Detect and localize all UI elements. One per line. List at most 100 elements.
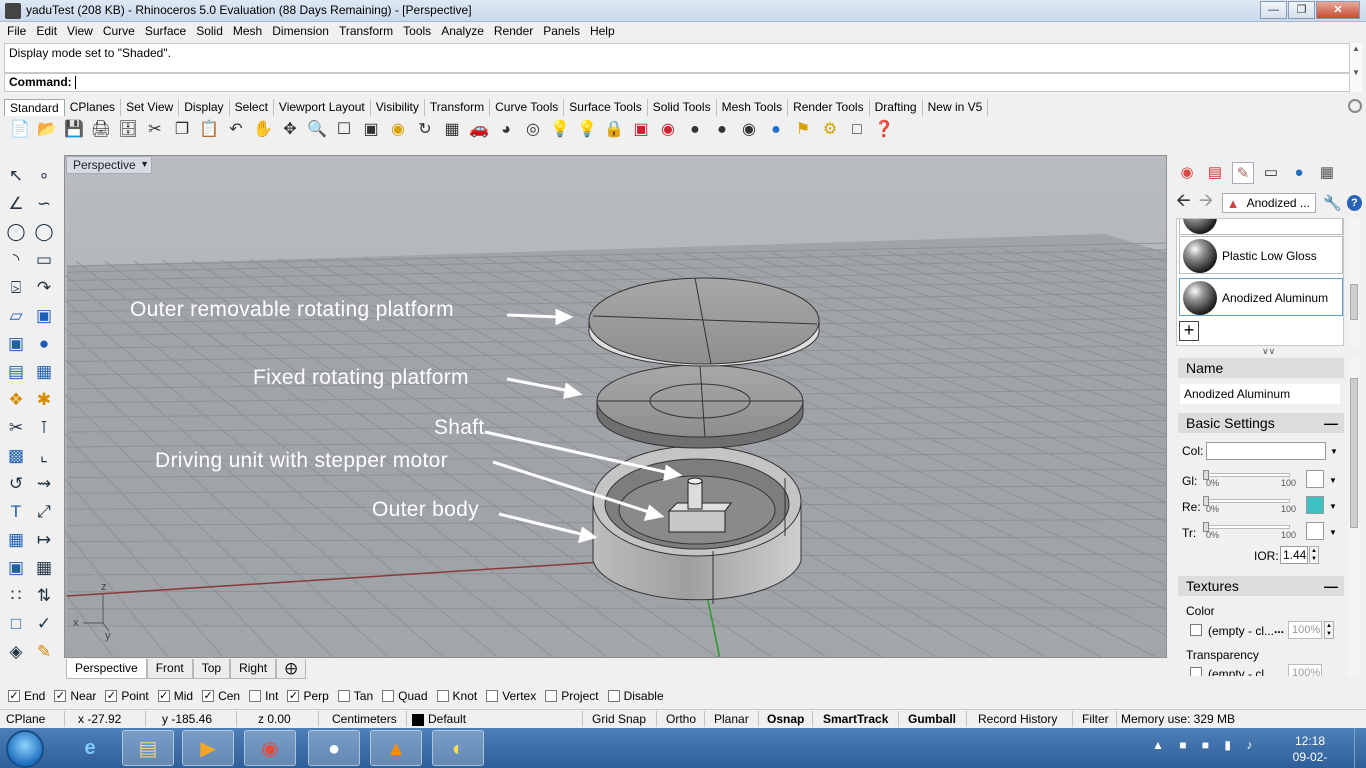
zoom-selected-icon[interactable]: ◉ bbox=[386, 118, 410, 142]
layer-icon[interactable]: ◈ bbox=[2, 638, 30, 666]
osnap-checkbox[interactable]: ✓ bbox=[54, 690, 67, 702]
menu-analyze[interactable]: Analyze bbox=[436, 22, 489, 42]
chrome-icon[interactable]: ◉ bbox=[244, 730, 296, 766]
osnap-int[interactable]: Int bbox=[249, 688, 278, 704]
gloss-dropdown-icon[interactable]: ▼ bbox=[1329, 476, 1337, 485]
viewport-menu-icon[interactable]: ▼ bbox=[140, 159, 149, 169]
color-wheel-icon[interactable]: ◉ bbox=[656, 118, 680, 142]
material-icon[interactable]: ▣ bbox=[629, 118, 653, 142]
osnap-project[interactable]: Project bbox=[545, 688, 599, 704]
menu-mesh[interactable]: Mesh bbox=[228, 22, 267, 42]
tab-cplanes[interactable]: CPlanes bbox=[65, 99, 122, 116]
rendered-sphere-icon[interactable]: ● bbox=[710, 118, 734, 142]
grid-snap-toggle[interactable]: Grid Snap bbox=[592, 712, 646, 726]
add-viewport-tab-icon[interactable]: ⨁ bbox=[276, 659, 307, 679]
menu-file[interactable]: File bbox=[2, 22, 31, 42]
explode-icon[interactable]: ✱ bbox=[30, 386, 58, 414]
splitter-chevron-icon[interactable]: ∨∨ bbox=[1262, 346, 1275, 357]
viewport-tab-front[interactable]: Front bbox=[146, 659, 193, 679]
align-icon[interactable]: ⇅ bbox=[30, 582, 58, 610]
command-scrollbar[interactable]: ▲ ▼ bbox=[1350, 43, 1362, 92]
transform-icon[interactable]: ⤢ bbox=[30, 498, 58, 526]
properties-scrollbar[interactable] bbox=[1348, 358, 1360, 676]
osnap-quad[interactable]: Quad bbox=[382, 688, 428, 704]
arc-icon[interactable]: ◝ bbox=[2, 246, 30, 274]
material-item-partial[interactable] bbox=[1179, 219, 1343, 235]
vlc-icon[interactable]: ▲ bbox=[370, 730, 422, 766]
color-texture-amount[interactable]: 100% bbox=[1288, 621, 1322, 639]
rotate-view-icon[interactable]: ✥ bbox=[278, 118, 302, 142]
osnap-checkbox[interactable]: ✓ bbox=[8, 690, 20, 702]
menu-tools[interactable]: Tools bbox=[398, 22, 436, 42]
osnap-tan[interactable]: Tan bbox=[337, 688, 373, 704]
settings-gear-icon[interactable]: ⚙ bbox=[818, 118, 842, 142]
menu-help[interactable]: Help bbox=[585, 22, 620, 42]
curve-icon[interactable]: ∽ bbox=[30, 190, 58, 218]
osnap-vertex[interactable]: Vertex bbox=[486, 688, 536, 704]
menu-edit[interactable]: Edit bbox=[31, 22, 62, 42]
filter-toggle[interactable]: Filter bbox=[1082, 712, 1109, 726]
units-label[interactable]: Centimeters bbox=[332, 712, 397, 726]
material-selector[interactable]: ▲ Anodized ... bbox=[1221, 193, 1316, 213]
group-icon[interactable]: ▩ bbox=[2, 442, 30, 470]
tab-select[interactable]: Select bbox=[230, 99, 274, 116]
polyline-icon[interactable]: ∠ bbox=[2, 190, 30, 218]
curve-edit-icon[interactable]: ↷ bbox=[30, 274, 58, 302]
menu-panels[interactable]: Panels bbox=[538, 22, 585, 42]
paint-icon[interactable]: ◐ bbox=[432, 730, 484, 766]
tab-render-tools[interactable]: Render Tools bbox=[788, 99, 870, 116]
lock-icon[interactable]: 🔒 bbox=[602, 118, 626, 142]
color-texture-checkbox[interactable] bbox=[1190, 624, 1202, 636]
viewport-tab-perspective[interactable]: Perspective bbox=[66, 659, 147, 679]
flag-icon[interactable]: ⚑ bbox=[791, 118, 815, 142]
gloss-color-swatch[interactable] bbox=[1306, 470, 1324, 488]
four-viewports-icon[interactable]: ▦ bbox=[440, 118, 464, 142]
pan-hand-icon[interactable]: ✋ bbox=[251, 118, 275, 142]
tab-set-view[interactable]: Set View bbox=[121, 99, 180, 116]
grid-icon[interactable]: ▦ bbox=[30, 554, 58, 582]
tab-mesh-tools[interactable]: Mesh Tools bbox=[717, 99, 789, 116]
start-button[interactable] bbox=[6, 730, 44, 768]
polygon-icon[interactable]: ⍄ bbox=[2, 274, 30, 302]
surface-icon[interactable]: ▱ bbox=[2, 302, 30, 330]
osnap-checkbox[interactable]: ✓ bbox=[105, 690, 118, 702]
basic-settings-header[interactable]: Basic Settings — bbox=[1178, 413, 1344, 433]
osnap-checkbox[interactable] bbox=[486, 690, 499, 702]
text-icon[interactable]: T bbox=[2, 498, 30, 526]
tab-solid-tools[interactable]: Solid Tools bbox=[648, 99, 717, 116]
color-texture-spinner[interactable]: ▲ ▼ bbox=[1324, 621, 1334, 639]
material-name-field[interactable]: Anodized Aluminum bbox=[1180, 384, 1340, 404]
transparency-texture-amount[interactable]: 100% bbox=[1288, 664, 1322, 676]
sphere-icon[interactable]: ● bbox=[30, 330, 58, 358]
transparency-dropdown-icon[interactable]: ▼ bbox=[1329, 528, 1337, 537]
lamp-icon[interactable]: 💡 bbox=[575, 118, 599, 142]
zoom-window-icon[interactable]: ☐ bbox=[332, 118, 356, 142]
viewport-tab-top[interactable]: Top bbox=[192, 659, 231, 679]
tab-display[interactable]: Display bbox=[179, 99, 230, 116]
command-line[interactable]: Command: bbox=[4, 73, 1350, 92]
zoom-icon[interactable]: 🔍 bbox=[305, 118, 329, 142]
menu-transform[interactable]: Transform bbox=[334, 22, 398, 42]
outer-body-model[interactable] bbox=[592, 445, 802, 604]
split-icon[interactable]: ⊺ bbox=[30, 414, 58, 442]
render-blue-icon[interactable]: ● bbox=[764, 118, 788, 142]
current-layer[interactable]: Default bbox=[428, 712, 466, 726]
ior-spinner[interactable]: ▲ ▼ bbox=[1309, 546, 1319, 564]
osnap-near[interactable]: ✓ Near bbox=[54, 688, 96, 704]
cplane-label[interactable]: CPlane bbox=[6, 712, 45, 726]
color-texture-browse[interactable]: ... bbox=[1274, 622, 1284, 636]
tab-visibility[interactable]: Visibility bbox=[371, 99, 425, 116]
osnap-checkbox[interactable] bbox=[436, 690, 449, 702]
menu-view[interactable]: View bbox=[62, 22, 98, 42]
panel-icon[interactable]: □ bbox=[2, 610, 30, 638]
ortho-toggle[interactable]: Ortho bbox=[666, 712, 696, 726]
open-folder-icon[interactable]: 📂 bbox=[35, 118, 59, 142]
osnap-knot[interactable]: Knot bbox=[436, 688, 477, 704]
box-icon[interactable]: ▣ bbox=[2, 330, 30, 358]
gloss-slider[interactable]: 0% 100 bbox=[1203, 470, 1296, 488]
select-window-icon[interactable]: □ bbox=[845, 118, 869, 142]
material-item-plastic[interactable]: Plastic Low Gloss bbox=[1179, 236, 1343, 274]
osnap-checkbox[interactable]: ✓ bbox=[287, 690, 300, 702]
extrude-icon[interactable]: ▤ bbox=[2, 358, 30, 386]
ellipse-icon[interactable]: ◯ bbox=[30, 218, 58, 246]
